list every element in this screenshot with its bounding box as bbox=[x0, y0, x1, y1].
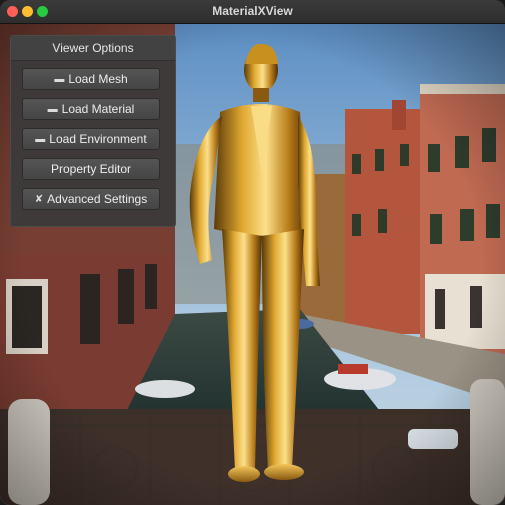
app-window: MaterialXView Viewer Options ▬ Load Mesh… bbox=[0, 0, 505, 505]
load-environment-label: Load Environment bbox=[49, 132, 147, 146]
folder-icon: ▬ bbox=[35, 133, 46, 145]
wrench-icon: ✘ bbox=[34, 193, 44, 205]
window-title: MaterialXView bbox=[212, 4, 293, 18]
panel-title: Viewer Options bbox=[11, 36, 175, 61]
load-mesh-button[interactable]: ▬ Load Mesh bbox=[22, 68, 160, 90]
folder-icon: ▬ bbox=[47, 103, 58, 115]
property-editor-label: Property Editor bbox=[50, 162, 132, 176]
load-material-button[interactable]: ▬ Load Material bbox=[22, 98, 160, 120]
advanced-settings-label: Advanced Settings bbox=[47, 192, 148, 206]
folder-icon: ▬ bbox=[54, 73, 65, 85]
load-environment-button[interactable]: ▬ Load Environment bbox=[22, 128, 160, 150]
load-material-label: Load Material bbox=[61, 102, 135, 116]
title-bar: MaterialXView bbox=[0, 0, 505, 24]
viewer-options-panel: Viewer Options ▬ Load Mesh ▬ Load Materi… bbox=[10, 35, 176, 227]
render-viewport[interactable]: Viewer Options ▬ Load Mesh ▬ Load Materi… bbox=[0, 24, 505, 505]
advanced-settings-button[interactable]: ✘ Advanced Settings bbox=[22, 188, 160, 210]
load-mesh-label: Load Mesh bbox=[68, 72, 128, 86]
property-editor-button[interactable]: Property Editor bbox=[22, 158, 160, 180]
